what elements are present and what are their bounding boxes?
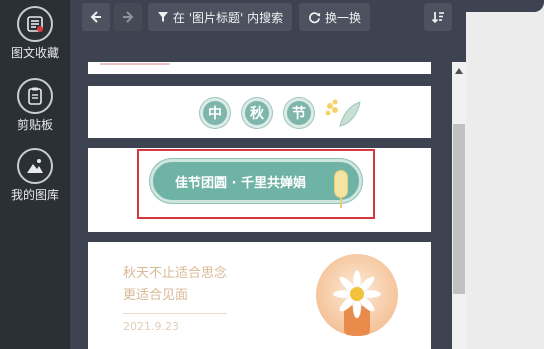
template-card-title-pill[interactable]: 佳节团圆 · 千里共婵娟	[88, 148, 431, 232]
festival-char: 节	[284, 98, 314, 128]
article-divider	[123, 313, 227, 314]
forward-button[interactable]	[114, 3, 142, 31]
article-line-1: 秋天不止适合思念	[123, 266, 228, 281]
sort-button[interactable]	[424, 3, 452, 31]
flower-photo	[316, 254, 398, 336]
sidebar-item-library[interactable]: 图文收藏	[0, 6, 70, 61]
swap-button[interactable]: 换一换	[299, 3, 370, 31]
template-card[interactable]	[88, 62, 431, 74]
image-gallery-icon	[17, 148, 53, 184]
library-icon	[17, 6, 53, 42]
daisy-image	[332, 269, 382, 336]
festival-char: 秋	[242, 98, 272, 128]
sidebar-item-clipboard[interactable]: 剪贴板	[0, 78, 70, 133]
arrow-right-icon	[123, 11, 134, 23]
search-in-title-label: 在 '图片标题' 内搜索	[172, 10, 284, 25]
filter-icon	[157, 12, 168, 22]
sidebar-item-label: 图文收藏	[10, 46, 59, 60]
festival-char: 中	[200, 98, 230, 128]
sidebar-item-label: 我的图库	[10, 188, 59, 202]
content-panel: 在 '图片标题' 内搜索 换一换 中 秋 节 佳节团圆 · 千里共婵娟 秋天不止…	[70, 0, 466, 349]
sort-icon	[431, 12, 444, 24]
toolbar: 在 '图片标题' 内搜索 换一换	[70, 0, 466, 40]
sidebar-item-label: 剪贴板	[16, 118, 53, 132]
lantern-tassel	[340, 198, 342, 208]
template-card-article[interactable]: 秋天不止适合思念 更适合见面 2021.9.23	[88, 242, 431, 349]
scrollbar-thumb[interactable]	[453, 124, 465, 294]
lantern-icon	[334, 170, 348, 198]
title-pill-text: 佳节团圆 · 千里共婵娟	[175, 175, 306, 191]
arrow-left-icon	[90, 11, 101, 23]
article-date: 2021.9.23	[123, 320, 179, 333]
right-gutter	[466, 0, 544, 349]
sidebar: 图文收藏 剪贴板 我的图库	[0, 0, 70, 349]
refresh-icon	[309, 11, 321, 23]
caret-up-icon	[455, 68, 463, 74]
swap-label: 换一换	[324, 10, 361, 25]
sidebar-item-gallery[interactable]: 我的图库	[0, 148, 70, 203]
back-button[interactable]	[82, 3, 110, 31]
title-pill: 佳节团圆 · 千里共婵娟	[150, 159, 362, 203]
search-in-title-button[interactable]: 在 '图片标题' 内搜索	[148, 3, 292, 31]
template-card-fragment	[100, 63, 170, 65]
template-card-festival[interactable]: 中 秋 节	[88, 86, 431, 138]
gutter-top-edge	[466, 0, 544, 12]
osmanthus-leaf-icon	[325, 99, 361, 127]
scroll-up-button[interactable]	[452, 62, 466, 80]
article-line-2: 更适合见面	[123, 288, 189, 303]
clipboard-icon	[17, 78, 53, 114]
template-list[interactable]: 中 秋 节 佳节团圆 · 千里共婵娟 秋天不止适合思念 更适合见面 2021.9…	[70, 62, 450, 349]
